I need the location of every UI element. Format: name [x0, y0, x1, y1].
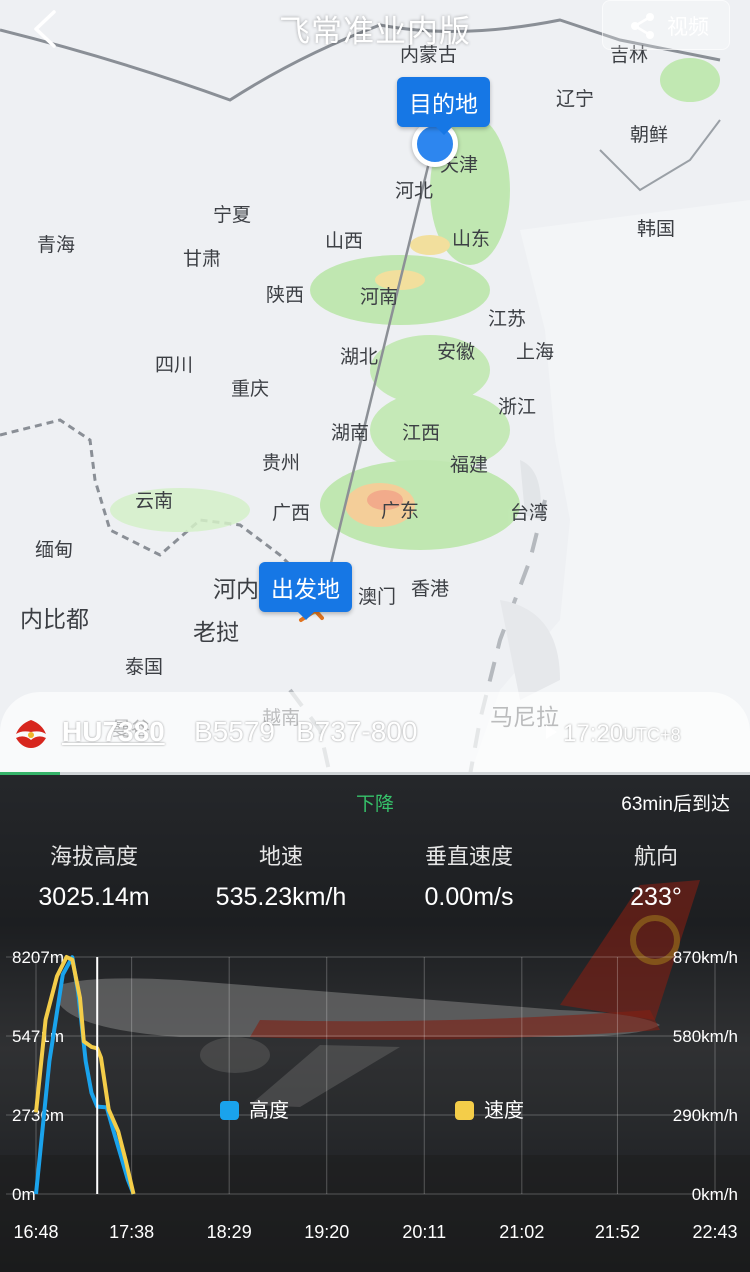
map-place-label: 韩国 [637, 219, 676, 240]
flight-data-panel: 下降 63min后到达 海拔高度 地速 垂直速度 航向 3025.14m 535… [0, 775, 750, 1272]
y-left-tick-label: 8207m [12, 948, 64, 967]
stat-label-ground-speed: 地速 [258, 844, 303, 869]
altitude-speed-chart[interactable]: 16:48 17:38 18:29 19:20 20:11 21:02 21:52 22:43… [0, 935, 750, 1272]
stat-label-heading: 航向 [633, 844, 678, 869]
series-line-speed [34, 955, 136, 1195]
y-right-tick-label: 0km/h [692, 1185, 738, 1204]
x-tick-label: 22:43 [692, 1222, 737, 1242]
flight-number-link[interactable]: HU7380 [62, 716, 165, 748]
x-tick-label: 20:11 [402, 1222, 446, 1242]
map-place-label: 河北 [395, 181, 434, 202]
map-place-label: 湖南 [331, 423, 370, 444]
stat-value-heading: 233° [630, 883, 682, 911]
x-tick-label: 16:48 [13, 1222, 58, 1242]
map-place-label: 泰国 [125, 657, 164, 678]
share-video-button[interactable]: 视频 [602, 0, 730, 50]
share-label: 视频 [667, 16, 709, 39]
map-place-label: 缅甸 [35, 540, 74, 561]
x-tick-label: 19:20 [304, 1222, 349, 1242]
eta-text: 63min后到达 [621, 794, 730, 815]
map-place-label: 河南 [360, 287, 399, 308]
map-place-label: 广西 [272, 503, 311, 524]
map-place-label: 四川 [155, 355, 194, 376]
stat-value-ground-speed: 535.23km/h [215, 883, 347, 911]
map-place-label: 河内 [213, 576, 259, 602]
map-place-label: 内比都 [20, 606, 89, 632]
map-place-label: 辽宁 [556, 89, 595, 110]
map-place-label: 湖北 [340, 347, 379, 368]
legend-label-speed: 速度 [484, 1100, 524, 1122]
y-right-tick-label: 580km/h [673, 1027, 738, 1046]
map-place-label: 广东 [381, 501, 420, 522]
playback-time: 17:20 [563, 720, 624, 747]
map-place-label: 澳门 [358, 587, 397, 608]
top-bar: 飞常准业内版 视频 [0, 0, 750, 56]
aircraft-type: B737-800 [296, 716, 418, 747]
map-place-label: 朝鲜 [630, 125, 669, 146]
share-icon [631, 13, 654, 39]
flight-map[interactable]: 内蒙古 吉林 辽宁 朝鲜 天津 河北 宁夏 青海 甘肃 山西 山东 韩国 陕西 河南 江苏 四川 湖北 安徽 上海重… [0, 0, 750, 775]
map-place-label: 青海 [37, 235, 76, 256]
y-right-tick-label: 290km/h [673, 1106, 738, 1125]
map-place-label: 甘肃 [183, 249, 222, 270]
map-place-label: 重庆 [231, 379, 270, 400]
airline-logo-icon [16, 720, 46, 748]
x-tick-label: 21:02 [499, 1222, 544, 1242]
destination-label[interactable]: 目的地 [397, 77, 490, 135]
timezone-label: UTC+8 [623, 725, 681, 745]
map-place-label: 贵州 [262, 453, 301, 474]
map-place-label: 江苏 [488, 309, 527, 330]
legend-swatch-altitude [220, 1101, 239, 1120]
map-place-label: 宁夏 [213, 205, 252, 226]
aircraft-registration: B5579 [194, 716, 275, 747]
y-right-tick-label: 870km/h [673, 948, 738, 967]
stat-label-vertical-speed: 垂直速度 [424, 844, 513, 869]
map-place-label: 香港 [411, 579, 450, 600]
map-place-label: 山东 [452, 229, 491, 250]
map-place-label: 上海 [516, 342, 555, 363]
map-place-label: 安徽 [437, 342, 476, 363]
map-place-label: 台湾 [510, 503, 549, 524]
x-tick-label: 18:29 [207, 1222, 252, 1242]
legend-label-altitude: 高度 [249, 1100, 289, 1122]
map-place-label: 老挝 [193, 619, 239, 645]
play-icon [546, 725, 557, 739]
map-place-label: 浙江 [498, 397, 537, 418]
legend-altitude: 高度 [220, 1094, 289, 1123]
map-place-label: 福建 [450, 455, 489, 476]
map-place-label: 山西 [325, 231, 364, 252]
map-place-label: 江西 [402, 423, 441, 444]
map-place-label: 陕西 [266, 285, 305, 306]
map-place-label: 云南 [135, 491, 174, 512]
y-left-tick-label: 0m [12, 1185, 36, 1204]
stat-value-vertical-speed: 0.00m/s [424, 883, 514, 911]
legend-swatch-speed [455, 1101, 474, 1120]
legend-speed: 速度 [455, 1094, 524, 1123]
map-background [0, 18, 750, 775]
x-tick-label: 17:38 [109, 1222, 154, 1242]
playback-button[interactable]: 17:20UTC+8 [546, 720, 681, 748]
x-tick-label: 21:52 [595, 1222, 640, 1242]
origin-label[interactable]: 出发地 [259, 562, 352, 620]
stat-value-altitude: 3025.14m [38, 883, 150, 911]
stat-label-altitude: 海拔高度 [49, 844, 138, 869]
